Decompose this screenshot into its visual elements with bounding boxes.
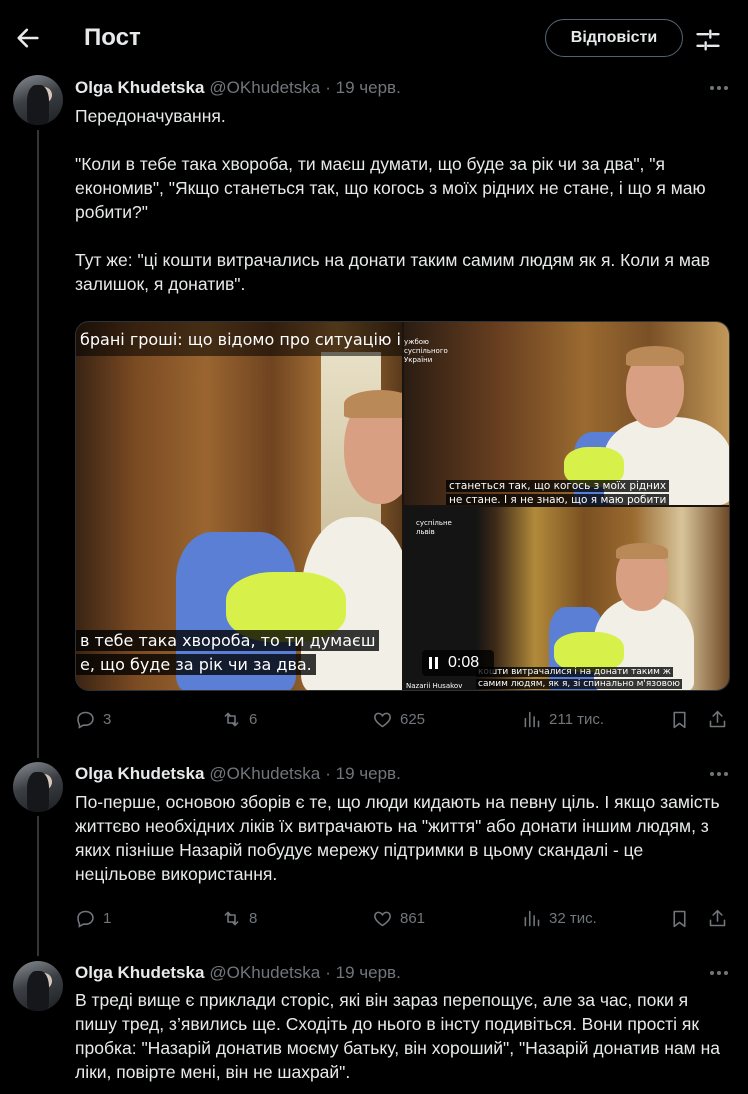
tweet-text: В треді вище є приклади сторіс, які він … bbox=[75, 988, 725, 1084]
repost-action[interactable]: 8 bbox=[221, 906, 257, 930]
more-dots-icon[interactable] bbox=[706, 764, 732, 784]
like-count: 861 bbox=[400, 909, 426, 927]
media-image-right-top[interactable]: ужбою суспільного України станеться так,… bbox=[404, 322, 729, 505]
tweet-paragraph: В треді вище є приклади сторіс, які він … bbox=[75, 990, 720, 1082]
tweet[interactable]: Olga Khudetska @OKhudetska · 19 черв. В … bbox=[0, 950, 748, 1094]
author-name[interactable]: Olga Khudetska bbox=[75, 963, 204, 983]
media-credit: Nazarii Husakov bbox=[406, 682, 463, 690]
media-subtitle: в тебе така хвороба, то ти думаєш bbox=[76, 630, 380, 651]
reply-action[interactable]: 1 bbox=[75, 906, 111, 930]
speech-bubble-icon bbox=[77, 910, 94, 928]
author-handle[interactable]: @OKhudetska bbox=[209, 963, 320, 983]
reply-count: 3 bbox=[103, 710, 112, 728]
reply-action[interactable]: 3 bbox=[75, 707, 111, 731]
media-image-left[interactable]: брані гроші: що відомо про ситуацію із в… bbox=[76, 322, 402, 690]
share-icon bbox=[709, 909, 726, 926]
heart-icon bbox=[374, 712, 391, 727]
share-action[interactable] bbox=[707, 707, 735, 731]
bookmark-icon bbox=[673, 910, 686, 927]
repost-count: 6 bbox=[249, 710, 258, 728]
like-action[interactable]: 625 bbox=[372, 707, 425, 731]
views-action[interactable]: 211 тис. bbox=[521, 707, 604, 731]
views-action[interactable]: 32 тис. bbox=[521, 906, 597, 930]
author-handle[interactable]: @OKhudetska bbox=[209, 764, 320, 784]
tweet[interactable]: Olga Khudetska @OKhudetska · 19 черв. Пе… bbox=[0, 0, 748, 750]
video-time: 0:08 bbox=[448, 654, 480, 671]
media-subtitle: кошти витрачалися і на донати таким ж bbox=[476, 667, 673, 677]
media-grid[interactable]: брані гроші: що відомо про ситуацію із в… bbox=[75, 321, 730, 691]
media-brand: ужбою суспільного України bbox=[404, 338, 448, 364]
pause-icon[interactable] bbox=[428, 656, 440, 670]
avatar[interactable] bbox=[13, 75, 63, 125]
bookmark-icon bbox=[673, 711, 686, 728]
media-brand: суспільне львів bbox=[416, 519, 452, 536]
tweet-paragraph: По-перше, основою зборів є те, що люди к… bbox=[75, 792, 720, 884]
tweet-text: Передоначування. "Коли в тебе така хворо… bbox=[75, 104, 725, 296]
tweet-text: По-перше, основою зборів є те, що люди к… bbox=[75, 790, 725, 886]
speech-bubble-icon bbox=[77, 711, 94, 729]
media-subtitle: е, що буде за рік чи за два. bbox=[76, 654, 316, 675]
repost-count: 8 bbox=[249, 909, 258, 927]
repost-icon bbox=[224, 712, 239, 726]
views-count: 32 тис. bbox=[549, 909, 597, 927]
author-name[interactable]: Olga Khudetska bbox=[75, 78, 204, 98]
media-subtitle: станеться так, що когось з моїх рідних bbox=[446, 480, 670, 492]
reply-count: 1 bbox=[103, 909, 112, 927]
avatar[interactable] bbox=[13, 762, 63, 812]
tweet-header: Olga Khudetska @OKhudetska · 19 черв. bbox=[75, 962, 401, 984]
media-subtitle: самим людям, як я, зі спинально м'язовою bbox=[476, 679, 682, 689]
avatar[interactable] bbox=[13, 961, 63, 1011]
tweet-date[interactable]: · 19 черв. bbox=[325, 963, 401, 983]
media-top-text: брані гроші: що відомо про ситуацію із bbox=[76, 322, 402, 356]
tweet-date[interactable]: · 19 черв. bbox=[325, 764, 401, 784]
bar-chart-icon bbox=[524, 711, 540, 727]
tweet-date[interactable]: · 19 черв. bbox=[325, 78, 401, 98]
repost-icon bbox=[224, 911, 239, 925]
like-count: 625 bbox=[400, 710, 426, 728]
share-icon bbox=[709, 710, 726, 727]
share-action[interactable] bbox=[707, 906, 735, 930]
tweet-actions: 1 8 861 32 тис. bbox=[75, 906, 735, 930]
bookmark-action[interactable] bbox=[669, 707, 697, 731]
media-subtitle: не стане. І я не знаю, що я маю робити bbox=[446, 494, 670, 505]
tweet-header: Olga Khudetska @OKhudetska · 19 черв. bbox=[75, 763, 401, 785]
like-action[interactable]: 861 bbox=[372, 906, 425, 930]
repost-action[interactable]: 6 bbox=[221, 707, 257, 731]
author-name[interactable]: Olga Khudetska bbox=[75, 764, 204, 784]
tweet-header: Olga Khudetska @OKhudetska · 19 черв. bbox=[75, 77, 401, 99]
bar-chart-icon bbox=[524, 910, 540, 926]
tweet[interactable]: Olga Khudetska @OKhudetska · 19 черв. По… bbox=[0, 750, 748, 950]
tweet-paragraph: Тут же: "ці кошти витрачались на донати … bbox=[75, 250, 710, 294]
views-count: 211 тис. bbox=[549, 710, 604, 728]
heart-icon bbox=[374, 911, 391, 926]
tweet-paragraph: Передоначування. bbox=[75, 106, 226, 126]
author-handle[interactable]: @OKhudetska bbox=[209, 78, 320, 98]
tweet-paragraph: "Коли в тебе така хвороба, ти маєш думат… bbox=[75, 154, 706, 222]
more-dots-icon[interactable] bbox=[706, 963, 732, 983]
more-dots-icon[interactable] bbox=[706, 78, 732, 98]
bookmark-action[interactable] bbox=[669, 906, 697, 930]
video-controls[interactable]: 0:08 bbox=[422, 650, 494, 676]
tweet-actions: 3 6 625 211 тис. bbox=[75, 707, 735, 731]
